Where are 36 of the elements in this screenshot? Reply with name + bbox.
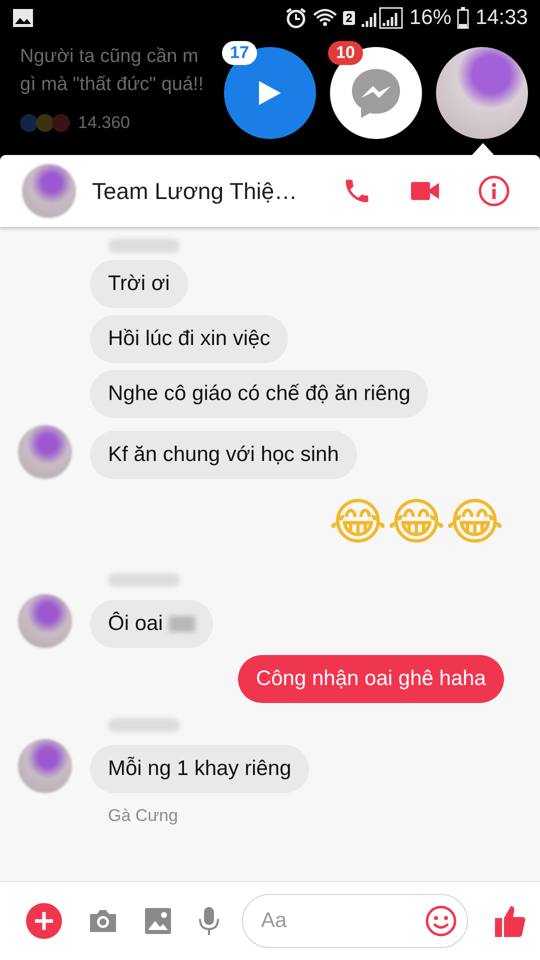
- post-text: gì mà "thất đức" quá!!: [20, 73, 204, 97]
- info-icon[interactable]: [478, 175, 510, 207]
- group-avatar: [22, 164, 76, 218]
- video-camera-icon[interactable]: [410, 179, 440, 203]
- received-message: Ôi oai: [90, 600, 213, 648]
- signal-icon: [361, 6, 404, 28]
- unread-badge: 17: [222, 41, 257, 65]
- sender-name: Gà Cưng: [108, 806, 179, 826]
- received-message: Kf ăn chung với học sinh: [90, 431, 357, 479]
- play-icon: [257, 79, 283, 107]
- message-field[interactable]: Aa: [242, 894, 468, 948]
- reactions-icon: [20, 114, 68, 132]
- camera-icon[interactable]: [88, 908, 118, 934]
- microphone-icon[interactable]: [198, 906, 220, 936]
- clock-time: 14:33: [475, 6, 528, 30]
- sim-indicator: 2: [342, 10, 356, 24]
- laughing-emoji: 😂😂😂: [328, 492, 504, 552]
- alarm-icon: [284, 6, 307, 28]
- message-input[interactable]: Aa: [259, 908, 425, 934]
- conversation-title: Team Lương Thiệ…: [92, 178, 298, 204]
- add-icon[interactable]: [26, 903, 62, 939]
- smiley-icon[interactable]: [425, 905, 457, 937]
- received-message: Hồi lúc đi xin việc: [90, 315, 288, 363]
- unread-badge: 10: [328, 41, 363, 65]
- wifi-icon: [312, 8, 337, 28]
- sent-message: Công nhận oai ghê haha: [238, 655, 504, 703]
- gallery-icon: [12, 8, 34, 28]
- received-message: Mỗi ng 1 khay riêng: [90, 745, 310, 793]
- image-icon[interactable]: [144, 907, 172, 935]
- thumbs-up-icon[interactable]: [494, 904, 526, 938]
- battery-icon: [457, 6, 470, 28]
- received-message: Trời ơi: [90, 260, 188, 308]
- reaction-count: 14.360: [78, 113, 130, 133]
- received-message: Nghe cô giáo có chế độ ăn riêng: [90, 370, 428, 418]
- battery-percent: 16%: [409, 6, 452, 30]
- post-text: Người ta cũng cần m: [20, 45, 198, 69]
